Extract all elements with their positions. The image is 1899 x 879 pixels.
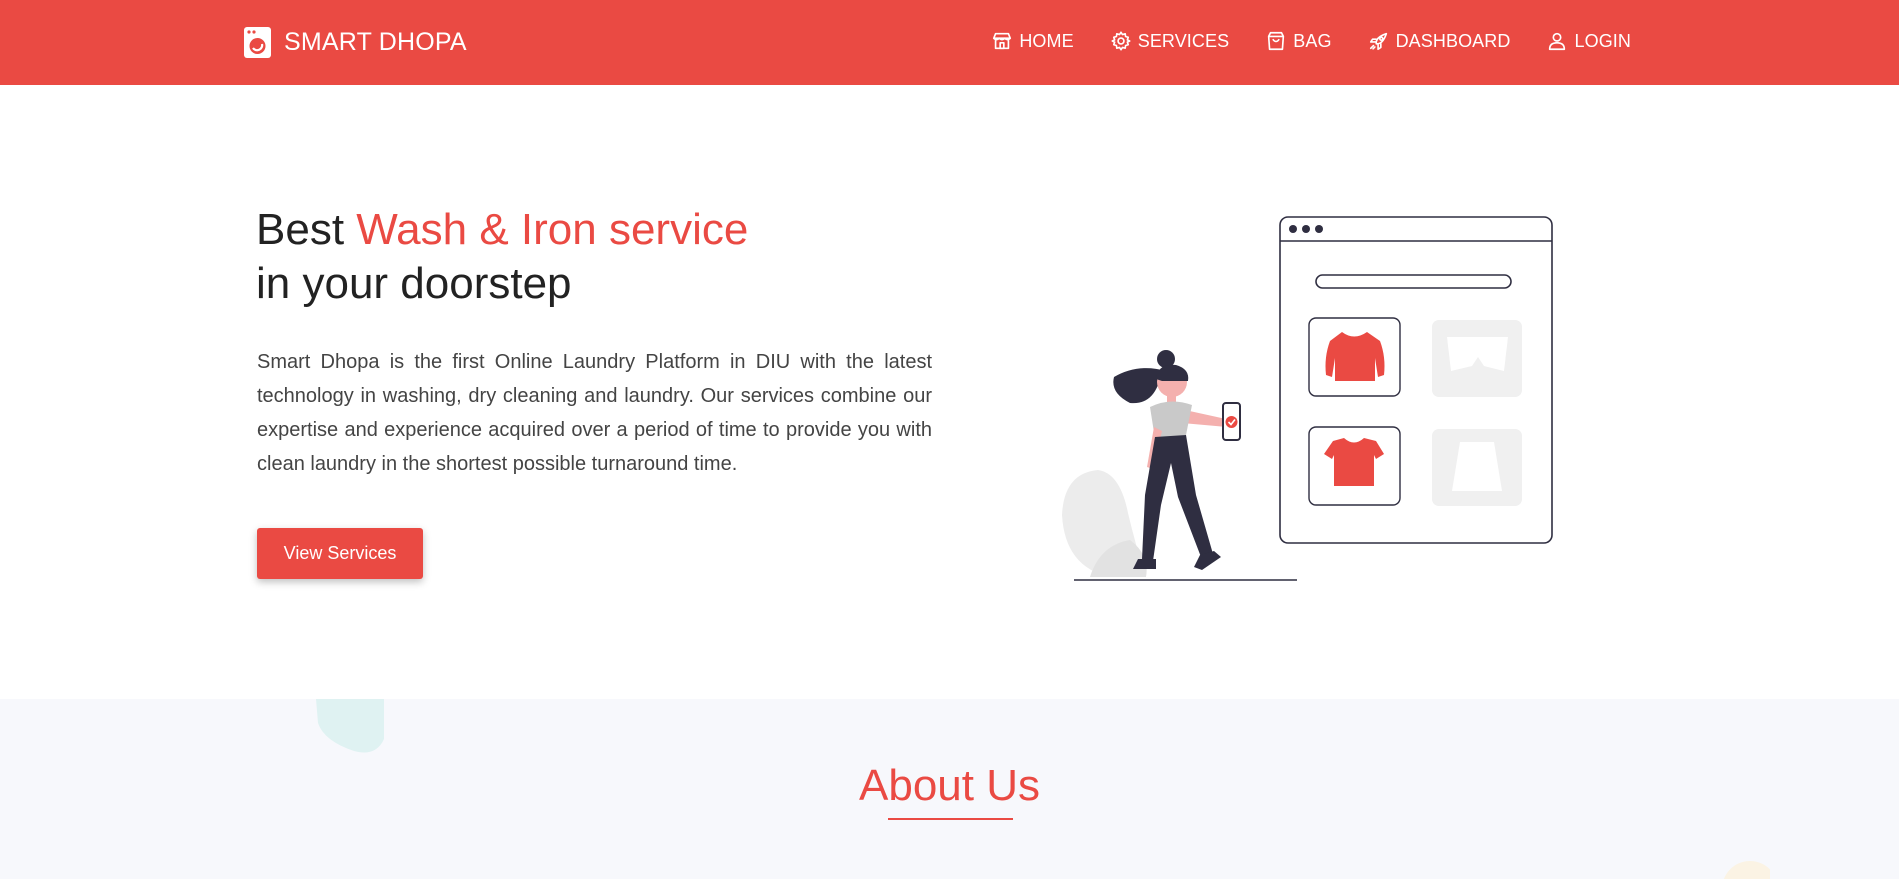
gear-icon: [1111, 31, 1131, 51]
hero-title-accent: Wash & Iron service: [356, 205, 749, 254]
nav-item-bag[interactable]: BAG: [1265, 30, 1331, 52]
washing-machine-icon: [244, 27, 271, 58]
nav-label-bag: BAG: [1293, 30, 1332, 51]
hero-title: Best Wash & Iron service in your doorste…: [256, 203, 748, 311]
hero-illustration: [1062, 216, 1553, 581]
nav-item-services[interactable]: SERVICES: [1110, 30, 1230, 52]
nav-label-home: HOME: [1019, 30, 1074, 51]
about-title-underline: [888, 818, 1013, 820]
nav-label-services: SERVICES: [1137, 30, 1230, 51]
nav-item-login[interactable]: LOGIN: [1546, 30, 1631, 52]
brand-link[interactable]: SMART DHOPA: [243, 26, 467, 59]
navbar: SMART DHOPA HOME SERVICES BAG DASHBOARD …: [0, 0, 1899, 85]
nav-label-login: LOGIN: [1574, 30, 1631, 51]
skirt-icon: [1452, 442, 1502, 491]
shopping-bag-icon: [1268, 31, 1285, 51]
view-services-button[interactable]: View Services: [257, 528, 423, 579]
brand-name: SMART DHOPA: [284, 28, 467, 56]
decorative-blob-2: [1723, 861, 1770, 879]
store-icon: [993, 32, 1012, 50]
nav-item-home[interactable]: HOME: [991, 30, 1074, 52]
decorative-blob: [316, 699, 384, 753]
hero-section: Best Wash & Iron service in your doorste…: [0, 85, 1899, 699]
rocket-icon: [1369, 32, 1387, 51]
about-title: About Us: [859, 761, 1040, 810]
about-section: About Us: [0, 699, 1899, 879]
main-nav: HOME SERVICES BAG DASHBOARD LOGIN: [955, 30, 1631, 52]
hero-title-prefix: Best: [256, 205, 357, 254]
nav-item-dashboard[interactable]: DASHBOARD: [1368, 30, 1511, 52]
hero-title-line2: in your doorstep: [256, 259, 572, 308]
hero-description: Smart Dhopa is the first Online Laundry …: [257, 351, 932, 475]
nav-label-dashboard: DASHBOARD: [1395, 30, 1511, 51]
user-icon: [1549, 32, 1566, 51]
browser-window: [1279, 216, 1553, 544]
